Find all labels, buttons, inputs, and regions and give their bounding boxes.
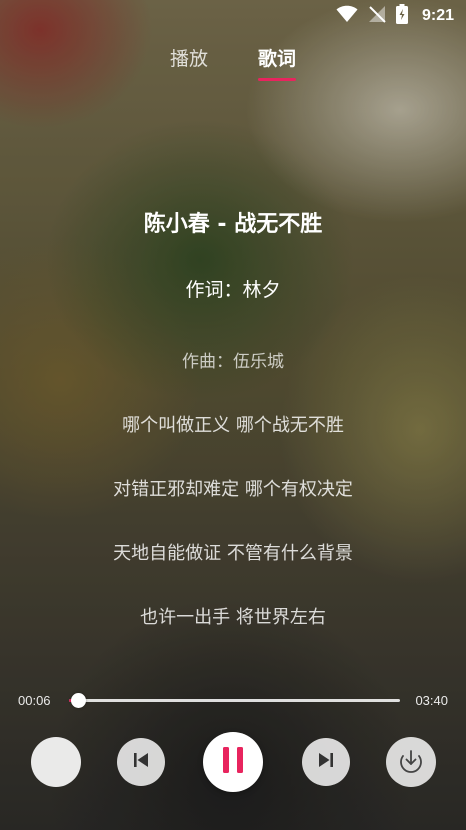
next-button[interactable] [302, 738, 350, 786]
tab-play[interactable]: 播放 [170, 44, 208, 81]
previous-icon [132, 751, 150, 773]
download-button[interactable] [386, 737, 436, 787]
lyric-line: 作词：林夕 [185, 279, 281, 301]
pause-icon [220, 746, 246, 778]
album-cover-button[interactable] [31, 737, 81, 787]
tab-bar: 播放 歌词 [0, 44, 466, 81]
wifi-icon [336, 5, 358, 27]
status-time: 9:21 [421, 7, 454, 24]
seek-thumb[interactable] [70, 692, 86, 708]
lyric-line: 对错正邪却难定 哪个有权决定 [113, 479, 353, 500]
progress-row: 00:06 03:40 [0, 688, 466, 712]
next-icon [317, 751, 335, 773]
previous-button[interactable] [117, 738, 165, 786]
elapsed-time: 00:06 [18, 692, 51, 708]
song-title: 陈小春 - 战无不胜 [143, 212, 323, 237]
playback-controls [0, 730, 466, 794]
total-duration: 03:40 [415, 692, 448, 708]
lyric-line: 天地自能做证 不管有什么背景 [113, 543, 353, 564]
seek-bar[interactable] [69, 692, 400, 708]
battery-icon [395, 4, 408, 28]
lyrics-panel[interactable]: 陈小春 - 战无不胜 作词：林夕 作曲：伍乐城 哪个叫做正义 哪个战无不胜 对错… [0, 200, 466, 650]
pause-button[interactable] [203, 732, 263, 792]
download-icon [398, 747, 424, 777]
tab-lyrics[interactable]: 歌词 [258, 44, 297, 81]
no-signal-icon [368, 5, 386, 27]
lyric-line: 哪个叫做正义 哪个战无不胜 [122, 415, 344, 436]
lyric-line: 也许一出手 将世界左右 [140, 607, 326, 628]
lyric-line: 作曲：伍乐城 [182, 352, 284, 372]
status-bar: 9:21 [0, 0, 466, 32]
